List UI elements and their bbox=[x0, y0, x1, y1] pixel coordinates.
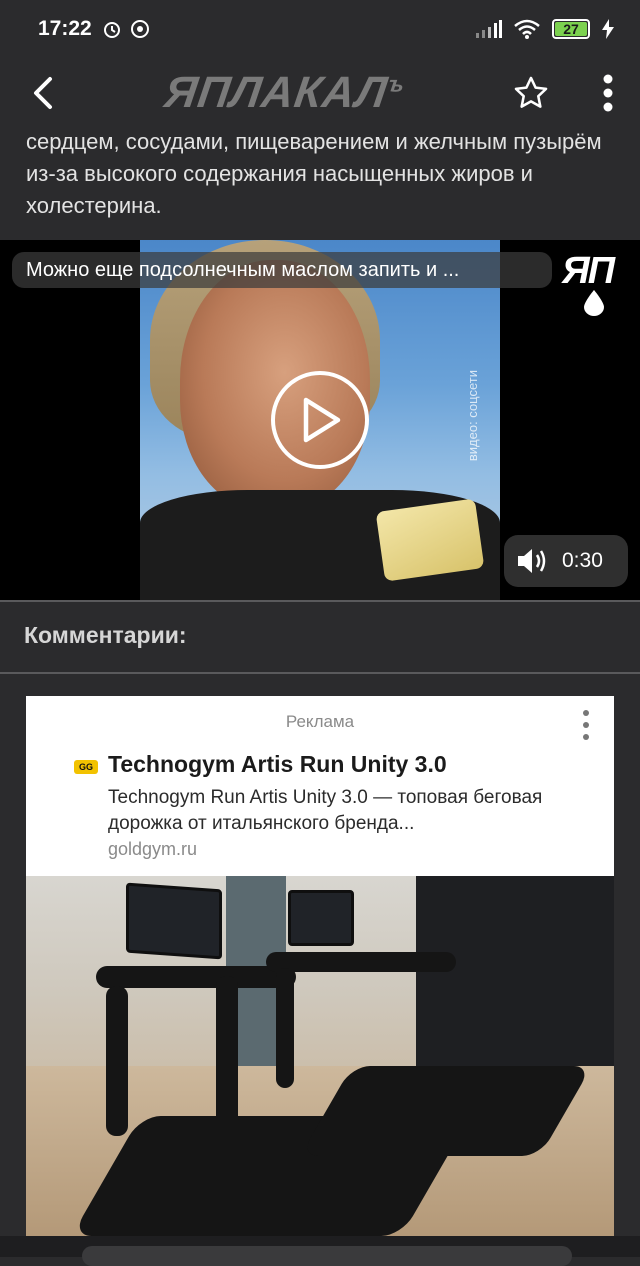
divider bbox=[0, 600, 640, 602]
status-bar: 17:22 27 bbox=[0, 0, 640, 58]
ad-image[interactable] bbox=[26, 876, 614, 1236]
treadmill-screen bbox=[126, 882, 222, 960]
ad-card[interactable]: Реклама GG Technogym Artis Run Unity 3.0… bbox=[26, 696, 614, 1236]
charging-icon bbox=[602, 19, 614, 39]
article-text: сердцем, сосудами, пищеварением и желчны… bbox=[26, 129, 602, 218]
shield-icon bbox=[130, 20, 149, 38]
video-duration: 0:30 bbox=[562, 549, 603, 572]
ad-domain[interactable]: goldgym.ru bbox=[108, 839, 197, 860]
ad-description: Technogym Run Artis Unity 3.0 — топовая … bbox=[108, 787, 543, 834]
treadmill-post bbox=[216, 976, 238, 1126]
volume-icon[interactable] bbox=[516, 547, 548, 575]
app-header: ЯПЛАКАЛъ bbox=[0, 58, 640, 128]
comments-title: Комментарии: bbox=[24, 622, 187, 648]
comment-input-bar bbox=[0, 1236, 640, 1266]
ad-menu-icon[interactable] bbox=[578, 710, 594, 744]
divider bbox=[0, 672, 640, 674]
signal-icon bbox=[476, 20, 502, 38]
channel-logo: ЯП bbox=[562, 250, 632, 316]
treadmill-post bbox=[276, 968, 294, 1088]
video-player[interactable]: видео: соцсети Можно еще подсолнечным ма… bbox=[0, 240, 640, 600]
video-watermark: видео: соцсети bbox=[465, 370, 480, 462]
video-butter-shape bbox=[375, 498, 485, 582]
ad-label: Реклама bbox=[285, 712, 355, 731]
status-time: 17:22 bbox=[38, 17, 92, 40]
brand-badge: GG bbox=[74, 760, 98, 774]
comment-input[interactable] bbox=[82, 1246, 572, 1266]
battery-level: 27 bbox=[563, 21, 579, 37]
treadmill-screen bbox=[288, 890, 354, 946]
site-logo[interactable]: ЯПЛАКАЛъ bbox=[161, 68, 407, 118]
play-button[interactable] bbox=[271, 371, 369, 469]
drop-icon bbox=[584, 290, 604, 316]
back-arrow-icon[interactable] bbox=[30, 76, 56, 110]
treadmill-handlebar bbox=[96, 966, 296, 988]
duration-control[interactable]: 0:30 bbox=[504, 535, 628, 587]
treadmill-post bbox=[106, 986, 128, 1136]
battery-icon: 27 bbox=[552, 19, 590, 39]
play-icon bbox=[303, 397, 341, 443]
video-title: Можно еще подсолнечным маслом запить и .… bbox=[12, 252, 552, 288]
alarm-icon bbox=[103, 22, 120, 38]
star-icon[interactable] bbox=[512, 74, 550, 112]
treadmill-handlebar bbox=[266, 952, 456, 972]
more-vertical-icon[interactable] bbox=[602, 74, 614, 112]
wifi-icon bbox=[514, 19, 540, 39]
ad-title[interactable]: Technogym Artis Run Unity 3.0 bbox=[108, 751, 447, 778]
